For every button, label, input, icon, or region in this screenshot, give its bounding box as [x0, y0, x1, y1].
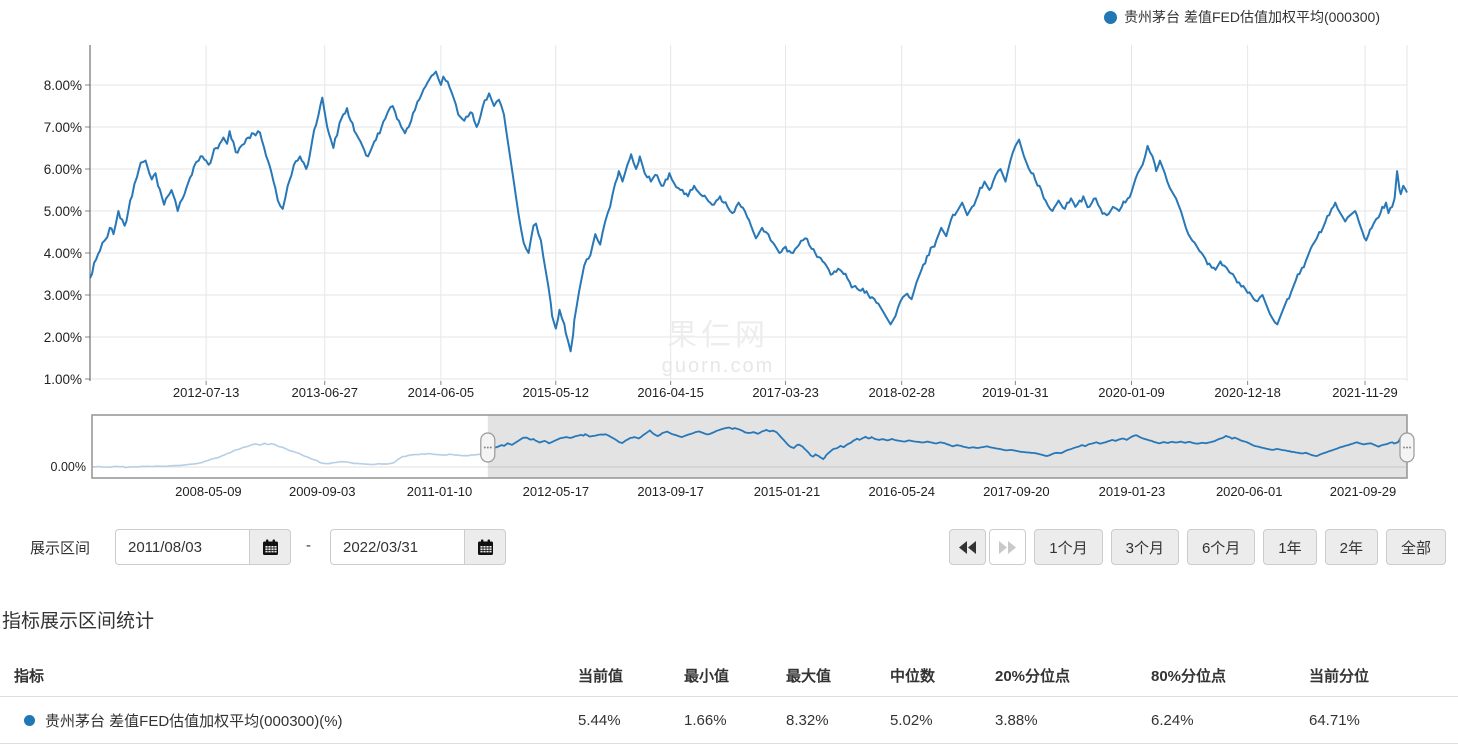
calendar-icon: [262, 539, 278, 555]
y-axis-label: 1.00%: [44, 372, 82, 387]
period-3m-button[interactable]: 3个月: [1110, 529, 1179, 565]
y-axis-label: 3.00%: [44, 288, 82, 303]
table-row: 贵州茅台 差值FED估值加权平均(000300)(%) 5.44% 1.66% …: [0, 697, 1458, 744]
end-date-input[interactable]: [330, 529, 464, 565]
nav-axis-label: 2012-05-17: [523, 484, 590, 499]
median-value: 5.02%: [890, 711, 933, 729]
series-marker-icon: [24, 714, 35, 726]
min-value: 1.66%: [684, 711, 727, 729]
valuation-chart[interactable]: 8.00% 7.00% 6.00% 5.00% 4.00% 3.00% 2.00% 1.00%…: [0, 0, 1458, 508]
period-button-toolbar: 1个月 3个月 6个月 1年 2年 全部: [949, 529, 1446, 565]
x-axis-label: 2013-06-27: [291, 385, 358, 400]
nav-axis-label: 2011-01-10: [407, 484, 473, 499]
nav-axis-label: 2013-09-17: [637, 484, 704, 499]
col-header-p20: 20%分位点: [995, 667, 1071, 685]
valuation-chart-page: 贵州茅台 差值FED估值加权平均(000300) 8.00% 7.00% 6.00%…: [0, 0, 1458, 751]
col-header-current-percentile: 当前分位: [1309, 667, 1370, 685]
x-axis-label: 2021-11-29: [1332, 385, 1398, 400]
col-header-indicator: 指标: [14, 667, 45, 685]
y-axis-label: 7.00%: [44, 120, 82, 135]
indicator-name-cell: 贵州茅台 差值FED估值加权平均(000300)(%): [0, 710, 578, 731]
max-value: 8.32%: [786, 711, 829, 729]
nav-axis-label: 2016-05-24: [868, 484, 935, 499]
col-header-current: 当前值: [578, 667, 624, 685]
nav-handle-right[interactable]: [1399, 432, 1415, 463]
nav-axis-label: 2015-01-21: [754, 484, 821, 499]
col-header-min: 最小值: [684, 667, 730, 685]
col-header-median: 中位数: [890, 667, 936, 685]
x-axis-label: 2017-03-23: [752, 385, 819, 400]
col-header-max: 最大值: [786, 667, 832, 685]
period-6m-button[interactable]: 6个月: [1186, 529, 1256, 565]
range-separator: -: [306, 537, 311, 554]
nav-selection[interactable]: [487, 415, 1407, 478]
period-2y-button[interactable]: 2年: [1324, 529, 1378, 565]
x-axis-label: 2012-07-13: [173, 385, 240, 400]
start-date-group: [115, 529, 291, 565]
step-forward-button[interactable]: [989, 529, 1027, 565]
nav-axis-label: 2008-05-09: [175, 484, 242, 499]
nav-handle-left[interactable]: [480, 432, 496, 463]
period-all-button[interactable]: 全部: [1385, 529, 1446, 565]
double-right-arrow-icon: [999, 540, 1017, 554]
end-date-group: [330, 529, 506, 565]
watermark-url: guorn.com: [662, 355, 775, 377]
current-percentile-value: 64.71%: [1309, 711, 1360, 729]
period-1m-button[interactable]: 1个月: [1034, 529, 1103, 565]
x-axis-label: 2015-05-12: [523, 385, 590, 400]
x-axis-label: 2016-04-15: [637, 385, 704, 400]
nav-axis-label: 2020-06-01: [1216, 484, 1283, 499]
current-value: 5.44%: [578, 711, 621, 729]
nav-axis-label: 2017-09-20: [983, 484, 1050, 499]
x-axis-label: 2020-12-18: [1214, 385, 1281, 400]
y-axis-label: 8.00%: [44, 78, 82, 93]
step-backward-button[interactable]: [949, 529, 987, 565]
indicator-name: 贵州茅台 差值FED估值加权平均(000300)(%): [45, 712, 343, 730]
nav-axis-label: 2019-01-23: [1099, 484, 1166, 499]
y-axis-label: 4.00%: [44, 246, 82, 261]
y-axis-label: 6.00%: [44, 162, 82, 177]
x-axis-label: 2020-01-09: [1098, 385, 1165, 400]
start-date-calendar-button[interactable]: [249, 529, 291, 565]
x-axis-label: 2018-02-28: [868, 385, 935, 400]
nav-zero-label: 0.00%: [51, 460, 86, 474]
watermark-text: 果仁网: [667, 319, 769, 352]
double-left-arrow-icon: [959, 540, 977, 554]
end-date-calendar-button[interactable]: [464, 529, 506, 565]
date-range-controls: 展示区间 -: [0, 528, 1458, 566]
y-axis-label: 2.00%: [44, 330, 82, 345]
navigator[interactable]: 0.00% 2008-05-09 2009-09-03 2011-01-10 2012-…: [51, 414, 1415, 499]
nav-axis-label: 2009-09-03: [289, 484, 356, 499]
nav-axis-label: 2021-09-29: [1330, 484, 1397, 499]
p20-value: 3.88%: [995, 711, 1038, 729]
calendar-icon: [477, 539, 493, 555]
range-label: 展示区间: [30, 540, 91, 557]
p80-value: 6.24%: [1151, 711, 1194, 729]
stats-table: 指标 当前值 最小值 最大值 中位数 20%分位点 80%分位点 当前分位 贵州…: [0, 654, 1458, 744]
x-axis-label: 2019-01-31: [982, 385, 1049, 400]
x-axis-label: 2014-06-05: [408, 385, 475, 400]
start-date-input[interactable]: [115, 529, 249, 565]
col-header-p80: 80%分位点: [1151, 667, 1227, 685]
y-axis-label: 5.00%: [44, 204, 82, 219]
stats-section-title: 指标展示区间统计: [2, 611, 155, 632]
period-1y-button[interactable]: 1年: [1263, 529, 1317, 565]
stats-table-header: 指标 当前值 最小值 最大值 中位数 20%分位点 80%分位点 当前分位: [0, 654, 1458, 697]
